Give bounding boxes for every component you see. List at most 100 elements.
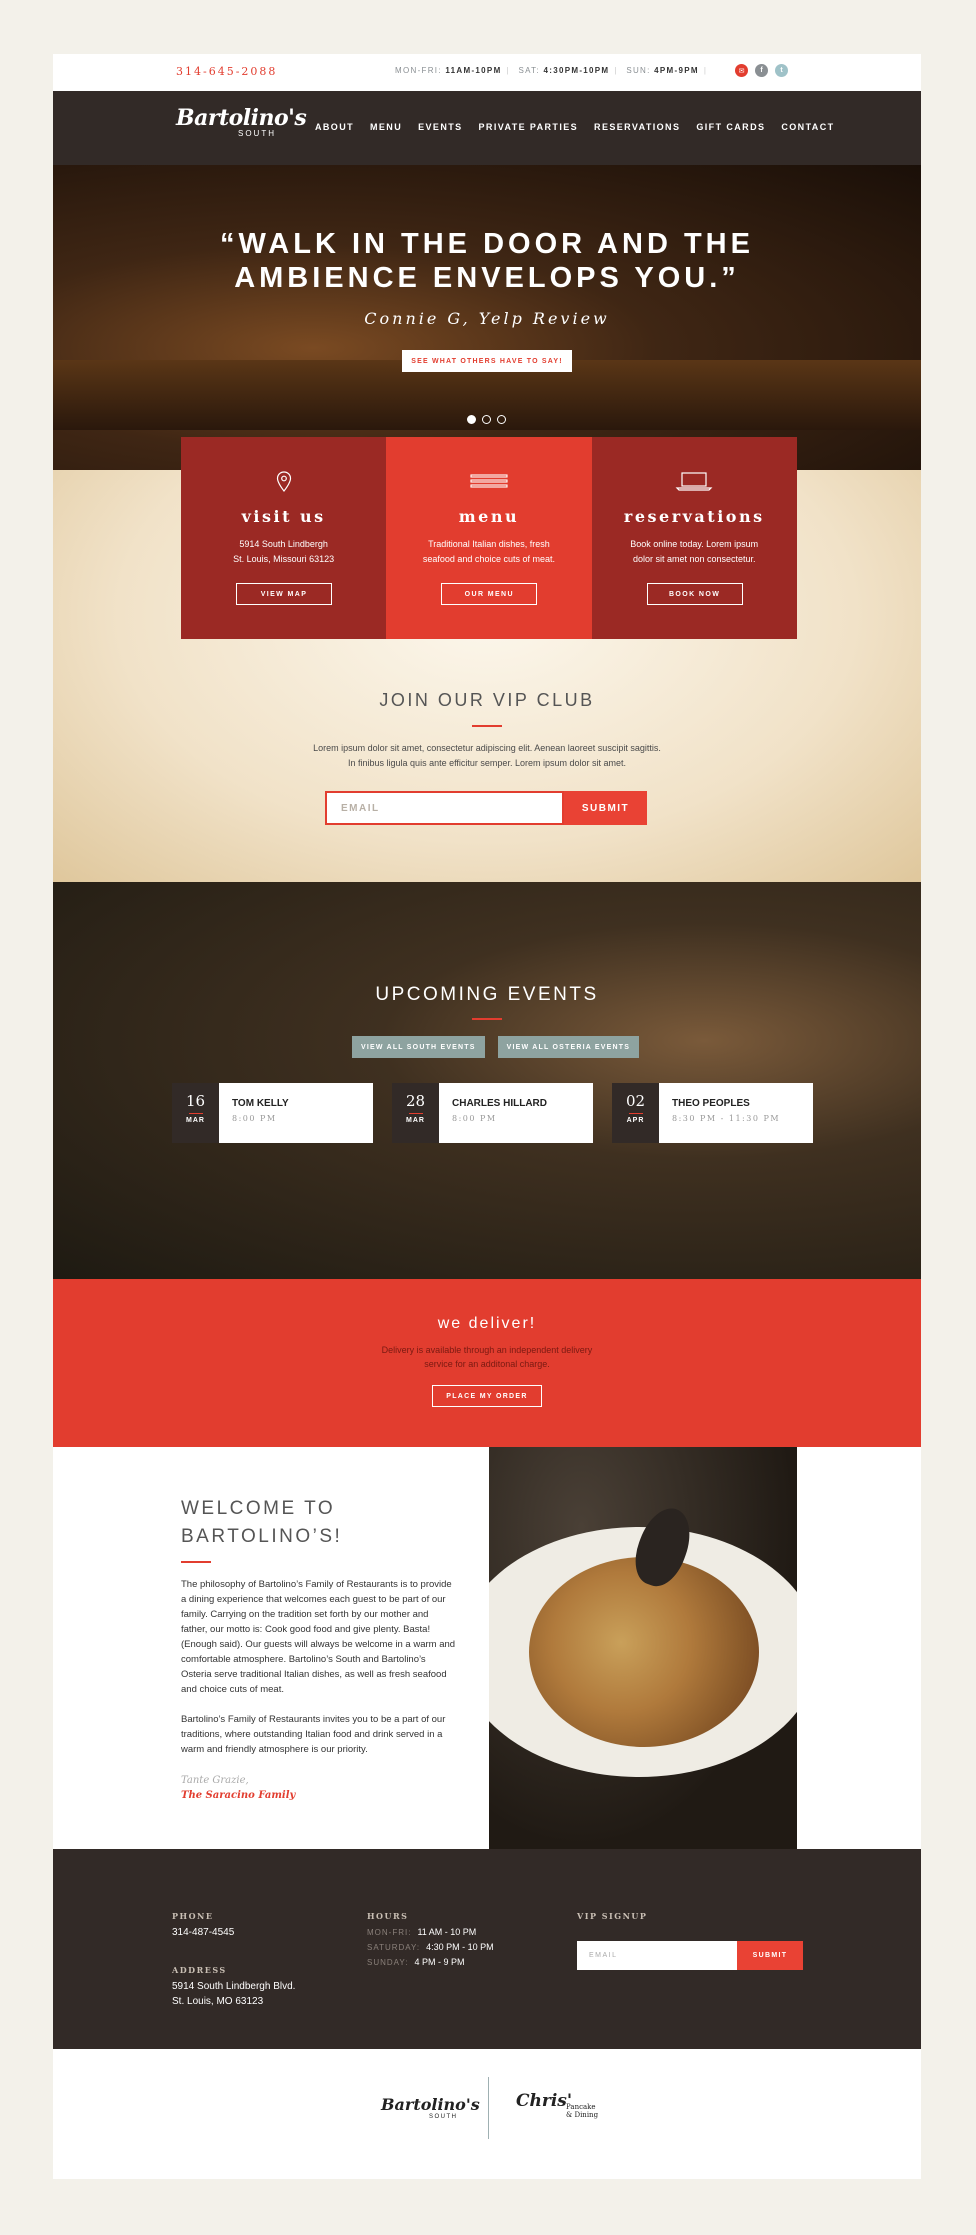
welcome-title-line: BARTOLINO’S! xyxy=(181,1526,343,1547)
footer-submit-button[interactable]: SUBMIT xyxy=(737,1941,803,1970)
footer-address: 5914 South Lindbergh Blvd. St. Louis, MO … xyxy=(172,1979,295,2009)
feature-visit-us: visit us 5914 South Lindbergh St. Louis, … xyxy=(181,437,387,639)
event-name: THEO PEOPLES xyxy=(672,1098,750,1109)
nav-contact[interactable]: CONTACT xyxy=(781,122,834,132)
event-time: 8:00 PM xyxy=(232,1114,277,1123)
feature-line: Traditional Italian dishes, fresh xyxy=(428,539,550,549)
nav-gift-cards[interactable]: GIFT CARDS xyxy=(696,122,765,132)
vip-club: JOIN OUR VIP CLUB Lorem ipsum dolor sit … xyxy=(53,690,921,771)
feature-text: Traditional Italian dishes, fresh seafood… xyxy=(406,537,571,567)
brand-script: Chris' xyxy=(516,2091,573,2111)
logo-sub: SOUTH xyxy=(238,129,276,138)
event-info: THEO PEOPLES 8:30 PM - 11:30 PM xyxy=(659,1083,780,1143)
signature-name: The Saracino Family xyxy=(181,1790,296,1801)
brand-sub-line: Pancake xyxy=(566,2103,596,2111)
map-pin-icon xyxy=(181,471,386,493)
see-reviews-button[interactable]: SEE WHAT OTHERS HAVE TO SAY! xyxy=(402,350,572,372)
facebook-icon[interactable]: f xyxy=(755,64,768,77)
footer-signup: VIP SIGNUP xyxy=(577,1911,647,1921)
event-info: CHARLES HILLARD 8:00 PM xyxy=(439,1083,547,1143)
event-card[interactable]: 16 MAR TOM KELLY 8:00 PM xyxy=(172,1083,373,1143)
welcome-paragraph: The philosophy of Bartolino’s Family of … xyxy=(181,1579,456,1695)
brand-sub: Pancake & Dining xyxy=(566,2103,598,2119)
hero-slider: “WALK IN THE DOOR AND THE AMBIENCE ENVEL… xyxy=(53,165,921,470)
feature-line: 5914 South Lindbergh xyxy=(239,539,328,549)
signature-greeting: Tante Grazie, xyxy=(181,1775,249,1786)
slider-dots xyxy=(467,415,506,424)
fork-knife-icon xyxy=(386,471,591,493)
hours-time: 4 PM - 9 PM xyxy=(414,1957,465,1967)
event-date: 28 MAR xyxy=(392,1083,439,1143)
divider xyxy=(472,1018,502,1020)
event-name: CHARLES HILLARD xyxy=(452,1098,547,1109)
footer-hours: HOURS MON-FRI: 11 AM - 10 PM SATURDAY: 4:3… xyxy=(367,1911,494,1970)
feature-line: dolor sit amet non consectetur. xyxy=(632,554,756,564)
event-card[interactable]: 02 APR THEO PEOPLES 8:30 PM - 11:30 PM xyxy=(612,1083,813,1143)
book-now-button[interactable]: BOOK NOW xyxy=(646,583,743,605)
footer: PHONE 314-487-4545 ADDRESS 5914 South Li… xyxy=(53,1849,921,2049)
hours-value: 4PM-9PM xyxy=(654,66,699,75)
footer-email-input[interactable]: EMAIL xyxy=(577,1941,737,1970)
feature-title: visit us xyxy=(241,507,326,526)
delivery-text: Delivery is available through an indepen… xyxy=(53,1343,921,1371)
delivery-title: we deliver! xyxy=(437,1315,537,1332)
footer-label: VIP SIGNUP xyxy=(577,1911,648,1921)
chris-logo[interactable]: Chris' Pancake & Dining xyxy=(516,2091,598,2119)
nav-menu[interactable]: MENU xyxy=(370,122,402,132)
delivery-section: we deliver! Delivery is available throug… xyxy=(53,1279,921,1447)
brand-sub-line: & Dining xyxy=(566,2111,599,2119)
hours-day: SATURDAY: xyxy=(367,1943,421,1952)
footer-contact: PHONE 314-487-4545 ADDRESS 5914 South Li… xyxy=(172,1911,295,2009)
welcome-section: WELCOME TO BARTOLINO’S! The philosophy of… xyxy=(53,1447,921,1849)
vip-email-input[interactable]: EMAIL xyxy=(325,791,564,825)
nav-links: ABOUT MENU EVENTS PRIVATE PARTIES RESERV… xyxy=(315,122,835,132)
view-osteria-events-button[interactable]: VIEW ALL OSTERIA EVENTS xyxy=(497,1036,640,1058)
vip-submit-button[interactable]: SUBMIT xyxy=(564,791,647,825)
event-day: 28 xyxy=(405,1092,426,1110)
vip-line: In finibus ligula quis ante efficitur se… xyxy=(348,757,626,768)
welcome-title-line: WELCOME TO xyxy=(181,1498,336,1519)
slider-dot[interactable] xyxy=(482,415,491,424)
event-month: APR xyxy=(626,1117,645,1124)
nav-private-parties[interactable]: PRIVATE PARTIES xyxy=(479,122,579,132)
footer-phone[interactable]: 314-487-4545 xyxy=(172,1925,295,1940)
laptop-icon xyxy=(592,471,797,493)
hours-label: SAT: xyxy=(518,66,540,75)
top-phone-link[interactable]: 314-645-2088 xyxy=(176,65,277,78)
hours-day: SUNDAY: xyxy=(367,1958,409,1967)
hero-quote-line: “WALK IN THE DOOR AND THE xyxy=(220,228,754,260)
footer-label: HOURS xyxy=(367,1911,409,1921)
hours-time: 4:30 PM - 10 PM xyxy=(426,1942,494,1952)
divider xyxy=(472,725,502,727)
event-card[interactable]: 28 MAR CHARLES HILLARD 8:00 PM xyxy=(392,1083,593,1143)
nav-reservations[interactable]: RESERVATIONS xyxy=(594,122,680,132)
logo-divider xyxy=(488,2077,489,2139)
mail-icon[interactable]: ✉ xyxy=(735,64,748,77)
slider-dot[interactable] xyxy=(467,415,476,424)
logo-script: Bartolino's xyxy=(176,105,307,131)
nav-about[interactable]: ABOUT xyxy=(315,122,354,132)
our-menu-button[interactable]: OUR MENU xyxy=(441,583,538,605)
vip-title: JOIN OUR VIP CLUB xyxy=(379,690,595,710)
event-date: 16 MAR xyxy=(172,1083,219,1143)
vip-form: EMAIL SUBMIT xyxy=(325,791,647,825)
view-map-button[interactable]: VIEW MAP xyxy=(236,583,332,605)
view-south-events-button[interactable]: VIEW ALL SOUTH EVENTS xyxy=(352,1036,485,1058)
feature-line: St. Louis, Missouri 63123 xyxy=(233,554,335,564)
hours-row: SATURDAY: 4:30 PM - 10 PM xyxy=(367,1940,494,1955)
address-line: St. Louis, MO 63123 xyxy=(172,1996,264,2007)
slider-dot[interactable] xyxy=(497,415,506,424)
twitter-icon[interactable]: t xyxy=(775,64,788,77)
nav-events[interactable]: EVENTS xyxy=(418,122,462,132)
main-nav: Bartolino's SOUTH ABOUT MENU EVENTS PRIV… xyxy=(53,91,921,165)
place-order-button[interactable]: PLACE MY ORDER xyxy=(432,1385,542,1407)
event-month: MAR xyxy=(186,1117,205,1124)
footer-label: PHONE xyxy=(172,1911,214,1921)
hours-label: MON-FRI: xyxy=(395,66,442,75)
social-links: ✉ f t xyxy=(735,64,788,77)
logo[interactable]: Bartolino's SOUTH xyxy=(176,105,307,138)
events-title: UPCOMING EVENTS xyxy=(375,984,599,1005)
bartolinos-logo[interactable]: Bartolino's SOUTH xyxy=(381,2095,480,2120)
feature-reservations: reservations Book online today. Lorem ip… xyxy=(591,437,797,639)
welcome-body: The philosophy of Bartolino’s Family of … xyxy=(181,1577,456,1772)
